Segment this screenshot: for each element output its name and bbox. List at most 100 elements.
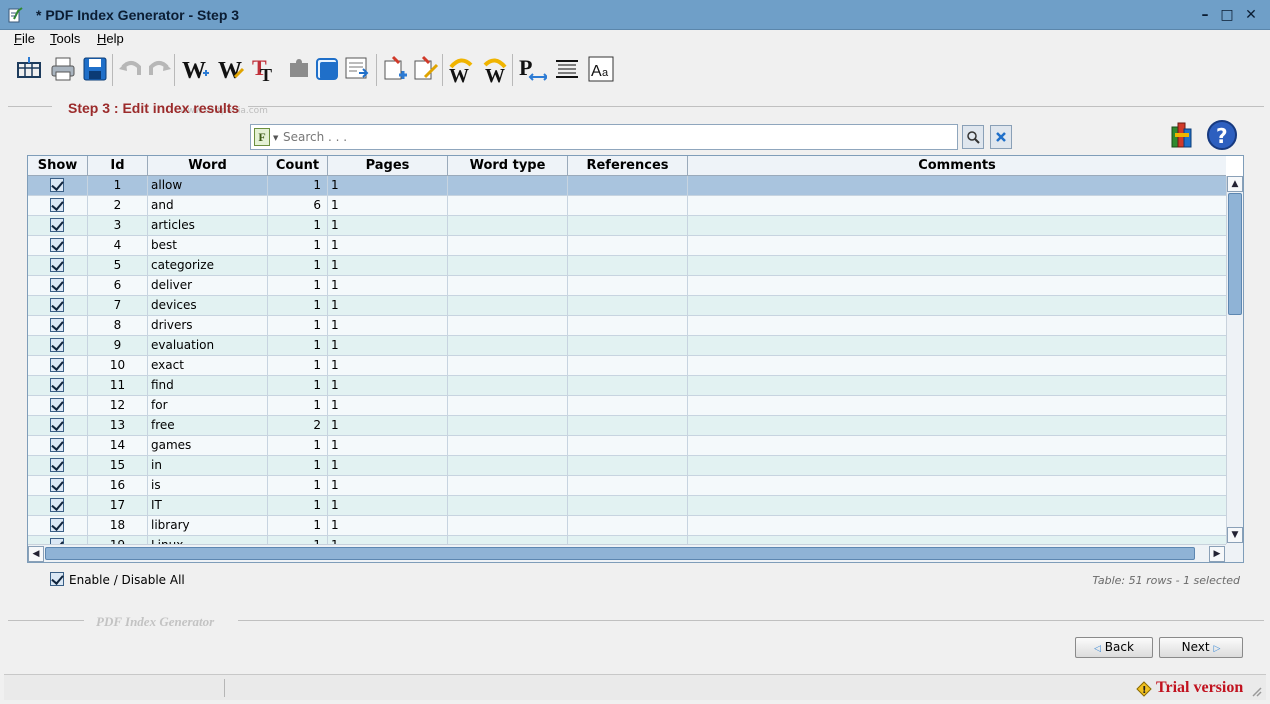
show-checkbox[interactable] xyxy=(50,478,64,492)
word-type-cell[interactable] xyxy=(448,236,568,256)
show-cell[interactable] xyxy=(28,376,88,396)
id-cell[interactable]: 15 xyxy=(88,456,148,476)
column-header-references[interactable]: References xyxy=(568,156,688,176)
scroll-right-icon[interactable]: ▶ xyxy=(1209,546,1225,562)
pages-cell[interactable]: 1 xyxy=(328,416,448,436)
comments-cell[interactable] xyxy=(688,316,1226,336)
books-icon[interactable] xyxy=(1166,119,1198,151)
comments-cell[interactable] xyxy=(688,536,1226,544)
id-cell[interactable]: 13 xyxy=(88,416,148,436)
column-header-word[interactable]: Word xyxy=(148,156,268,176)
show-cell[interactable] xyxy=(28,236,88,256)
id-cell[interactable]: 6 xyxy=(88,276,148,296)
show-checkbox[interactable] xyxy=(50,518,64,532)
word-type-cell[interactable] xyxy=(448,416,568,436)
pages-cell[interactable]: 1 xyxy=(328,396,448,416)
show-checkbox[interactable] xyxy=(50,178,64,192)
enable-all-checkbox[interactable] xyxy=(50,572,64,586)
word-cell[interactable]: Linux xyxy=(148,536,268,544)
show-cell[interactable] xyxy=(28,476,88,496)
table-row[interactable]: 8 drivers 1 1 xyxy=(28,316,1226,336)
comments-cell[interactable] xyxy=(688,256,1226,276)
word-cell[interactable]: in xyxy=(148,456,268,476)
page-icon[interactable] xyxy=(312,54,342,84)
count-cell[interactable]: 2 xyxy=(268,416,328,436)
word-type-cell[interactable] xyxy=(448,376,568,396)
show-checkbox[interactable] xyxy=(50,338,64,352)
comments-cell[interactable] xyxy=(688,356,1226,376)
references-cell[interactable] xyxy=(568,476,688,496)
comments-cell[interactable] xyxy=(688,376,1226,396)
comments-cell[interactable] xyxy=(688,496,1226,516)
word-type-cell[interactable] xyxy=(448,456,568,476)
show-checkbox[interactable] xyxy=(50,498,64,512)
vertical-scroll-thumb[interactable] xyxy=(1228,193,1242,315)
table-row[interactable]: 10 exact 1 1 xyxy=(28,356,1226,376)
count-cell[interactable]: 1 xyxy=(268,456,328,476)
word-type-cell[interactable] xyxy=(448,476,568,496)
table-row[interactable]: 1 allow 1 1 xyxy=(28,176,1226,196)
close-button[interactable]: ✕ xyxy=(1242,6,1260,24)
word-cell[interactable]: allow xyxy=(148,176,268,196)
references-cell[interactable] xyxy=(568,316,688,336)
pages-cell[interactable]: 1 xyxy=(328,516,448,536)
table-row[interactable]: 6 deliver 1 1 xyxy=(28,276,1226,296)
show-cell[interactable] xyxy=(28,416,88,436)
show-checkbox[interactable] xyxy=(50,318,64,332)
show-cell[interactable] xyxy=(28,396,88,416)
word-type-cell[interactable] xyxy=(448,176,568,196)
show-cell[interactable] xyxy=(28,336,88,356)
minimize-button[interactable]: – xyxy=(1196,6,1214,24)
column-header-id[interactable]: Id xyxy=(88,156,148,176)
table-row[interactable]: 18 library 1 1 xyxy=(28,516,1226,536)
comments-cell[interactable] xyxy=(688,216,1226,236)
references-cell[interactable] xyxy=(568,176,688,196)
scroll-up-icon[interactable]: ▲ xyxy=(1227,176,1243,192)
horizontal-scrollbar[interactable]: ◀ ▶ xyxy=(28,544,1226,562)
comments-cell[interactable] xyxy=(688,296,1226,316)
menu-tools[interactable]: Tools xyxy=(50,31,80,46)
pages-cell[interactable]: 1 xyxy=(328,176,448,196)
show-cell[interactable] xyxy=(28,356,88,376)
references-cell[interactable] xyxy=(568,256,688,276)
show-checkbox[interactable] xyxy=(50,218,64,232)
scroll-left-icon[interactable]: ◀ xyxy=(28,546,44,562)
pages-cell[interactable]: 1 xyxy=(328,276,448,296)
next-button[interactable]: Next ▷ xyxy=(1159,637,1243,658)
pages-cell[interactable]: 1 xyxy=(328,436,448,456)
references-cell[interactable] xyxy=(568,196,688,216)
comments-cell[interactable] xyxy=(688,456,1226,476)
count-cell[interactable]: 1 xyxy=(268,316,328,336)
show-checkbox[interactable] xyxy=(50,238,64,252)
show-cell[interactable] xyxy=(28,436,88,456)
search-input[interactable] xyxy=(283,127,943,147)
id-cell[interactable]: 2 xyxy=(88,196,148,216)
word-edit-icon[interactable]: W xyxy=(216,54,246,84)
references-cell[interactable] xyxy=(568,396,688,416)
edit-item-icon[interactable] xyxy=(410,54,440,84)
references-cell[interactable] xyxy=(568,276,688,296)
word-cell[interactable]: IT xyxy=(148,496,268,516)
count-cell[interactable]: 6 xyxy=(268,196,328,216)
table-row[interactable]: 16 is 1 1 xyxy=(28,476,1226,496)
word-type-cell[interactable] xyxy=(448,296,568,316)
show-checkbox[interactable] xyxy=(50,378,64,392)
word-cell[interactable]: games xyxy=(148,436,268,456)
back-button[interactable]: ◁ Back xyxy=(1075,637,1153,658)
word-cell[interactable]: evaluation xyxy=(148,336,268,356)
count-cell[interactable]: 1 xyxy=(268,516,328,536)
pages-cell[interactable]: 1 xyxy=(328,496,448,516)
id-cell[interactable]: 11 xyxy=(88,376,148,396)
word-add-icon[interactable]: W xyxy=(180,54,210,84)
column-header-comments[interactable]: Comments xyxy=(688,156,1226,176)
word-type-cell[interactable] xyxy=(448,496,568,516)
word-cell[interactable]: find xyxy=(148,376,268,396)
count-cell[interactable]: 1 xyxy=(268,336,328,356)
table-row[interactable]: 14 games 1 1 xyxy=(28,436,1226,456)
word-type-cell[interactable] xyxy=(448,536,568,544)
id-cell[interactable]: 4 xyxy=(88,236,148,256)
id-cell[interactable]: 12 xyxy=(88,396,148,416)
pages-cell[interactable]: 1 xyxy=(328,216,448,236)
show-cell[interactable] xyxy=(28,536,88,544)
word-cell[interactable]: exact xyxy=(148,356,268,376)
